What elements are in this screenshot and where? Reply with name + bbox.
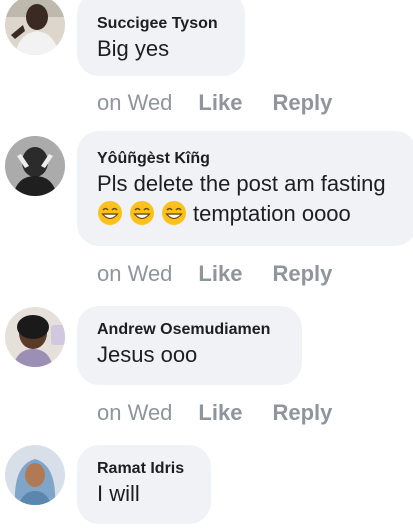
comment-actions: on Wed Like Reply [97,261,362,287]
comment-author[interactable]: Succigee Tyson [97,14,225,34]
avatar[interactable] [5,445,65,505]
grinning-face-icon [97,200,123,226]
comment-bubble: Succigee Tyson Big yes [77,0,245,76]
reply-button[interactable]: Reply [272,261,332,286]
user-avatar-photo-icon [5,136,65,196]
comment-text-line: temptation oooo [97,199,397,229]
grinning-face-icon [129,200,155,226]
reply-button[interactable]: Reply [272,90,332,115]
comment-text-tail: temptation oooo [193,201,351,226]
grinning-face-icon [161,200,187,226]
comment-bubble: Ramat Idris I will [77,445,211,524]
like-button[interactable]: Like [198,90,242,115]
like-button[interactable]: Like [198,400,242,425]
comment-timestamp[interactable]: on Wed [97,90,172,115]
comment-actions: on Wed Like Reply [97,400,362,426]
user-avatar-photo-icon [5,0,65,55]
avatar[interactable] [5,307,65,367]
user-avatar-photo-icon [5,445,65,505]
comment-bubble: Yôûñgèst Kîñg Pls delete the post am fas… [77,131,413,246]
reply-button[interactable]: Reply [272,400,332,425]
comment-text: Big yes [97,36,170,61]
avatar[interactable] [5,136,65,196]
avatar[interactable] [5,0,65,55]
comment-bubble: Andrew Osemudiamen Jesus ooo [77,306,302,385]
user-avatar-photo-icon [5,307,65,367]
comment-text: Jesus ooo [97,342,198,367]
comment-text: I will [97,481,140,506]
like-button[interactable]: Like [198,261,242,286]
comment-actions: on Wed Like Reply [97,90,362,116]
comment-text: Pls delete the post am fasting [97,171,386,196]
comment-author[interactable]: Yôûñgèst Kîñg [97,149,397,169]
comment-author[interactable]: Ramat Idris [97,459,191,479]
comment-timestamp[interactable]: on Wed [97,261,172,286]
comment-timestamp[interactable]: on Wed [97,400,172,425]
comment-author[interactable]: Andrew Osemudiamen [97,320,282,340]
